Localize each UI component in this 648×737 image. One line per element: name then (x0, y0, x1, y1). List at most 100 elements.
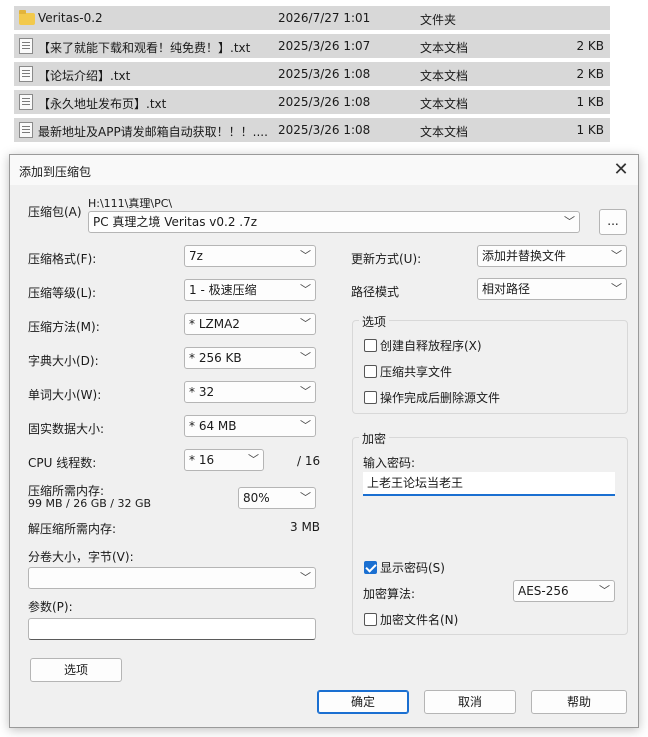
chevron-down-icon: ﹀ (300, 419, 311, 432)
chevron-down-icon: ﹀ (300, 571, 311, 584)
file-date: 2025/3/26 1:08 (278, 95, 371, 109)
compress-shared-label: 压缩共享文件 (380, 365, 453, 379)
file-row[interactable]: 最新地址及APP请发邮箱自动获取！！！.... 2025/3/26 1:08 文… (14, 118, 610, 142)
solid-size-value: * 64 MB (189, 419, 237, 433)
decompress-memory-value: 3 MB (290, 520, 321, 534)
compress-shared-checkbox[interactable]: 压缩共享文件 (364, 363, 452, 380)
file-name: 【永久地址发布页】.txt (38, 97, 167, 111)
file-type: 文本文档 (420, 125, 469, 139)
file-date: 2025/3/26 1:07 (278, 39, 371, 53)
cancel-button[interactable]: 取消 (424, 690, 516, 714)
word-size-select[interactable]: * 32 ﹀ (184, 381, 316, 403)
level-select[interactable]: 1 - 极速压缩 ﹀ (184, 279, 316, 301)
file-row-folder[interactable]: Veritas-0.2 2026/7/27 1:01 文件夹 (14, 6, 610, 30)
update-mode-value: 添加并替换文件 (482, 249, 567, 263)
close-icon[interactable]: ✕ (604, 155, 638, 185)
chevron-down-icon: ﹀ (599, 584, 610, 597)
chevron-down-icon: ﹀ (611, 282, 622, 295)
dictionary-select[interactable]: * 256 KB ﹀ (184, 347, 316, 369)
format-select[interactable]: 7z ﹀ (184, 245, 316, 267)
update-mode-label: 更新方式(U): (351, 252, 422, 266)
create-sfx-label: 创建自释放程序(X) (380, 339, 482, 353)
cpu-threads-total: / 16 (297, 454, 321, 468)
solid-size-select[interactable]: * 64 MB ﹀ (184, 415, 316, 437)
parameters-input[interactable] (28, 618, 316, 640)
update-mode-select[interactable]: 添加并替换文件 ﹀ (477, 245, 627, 267)
chevron-down-icon: ﹀ (300, 283, 311, 296)
file-row[interactable]: 【永久地址发布页】.txt 2025/3/26 1:08 文本文档 1 KB (14, 90, 610, 114)
encryption-group: 加密 输入密码: 上老王论坛当老王 显示密码(S) 加密算法: AES-256 … (352, 430, 628, 635)
create-sfx-checkbox[interactable]: 创建自释放程序(X) (364, 337, 482, 354)
file-type: 文本文档 (420, 69, 469, 83)
path-mode-value: 相对路径 (482, 282, 531, 296)
archive-path: H:\111\真理\PC\ (88, 197, 173, 210)
options-button[interactable]: 选项 (30, 658, 122, 682)
help-button[interactable]: 帮助 (531, 690, 627, 714)
file-name: 最新地址及APP请发邮箱自动获取！！！.... (38, 125, 268, 139)
cpu-threads-select[interactable]: * 16 ﹀ (184, 449, 264, 471)
encryption-method-value: AES-256 (518, 584, 569, 598)
word-size-label: 单词大小(W): (28, 388, 102, 402)
encryption-method-select[interactable]: AES-256 ﹀ (513, 580, 615, 602)
options-group: 选项 创建自释放程序(X) 压缩共享文件 操作完成后删除源文件 (352, 313, 628, 414)
dictionary-value: * 256 KB (189, 351, 242, 365)
dialog-title: 添加到压缩包 (19, 165, 92, 179)
memory-percent-value: 80% (243, 491, 270, 505)
password-value: 上老王论坛当老王 (367, 476, 464, 490)
chevron-down-icon: ﹀ (300, 317, 311, 330)
ok-button[interactable]: 确定 (317, 690, 409, 714)
path-mode-select[interactable]: 相对路径 ﹀ (477, 278, 627, 300)
password-label: 输入密码: (363, 456, 416, 470)
chevron-down-icon: ﹀ (248, 453, 259, 466)
word-size-value: * 32 (189, 385, 215, 399)
show-password-label: 显示密码(S) (380, 561, 445, 575)
memory-percent-select[interactable]: 80% ﹀ (238, 487, 316, 509)
archive-label: 压缩包(A) (28, 205, 82, 219)
split-size-combo[interactable]: ﹀ (28, 567, 316, 589)
file-date: 2025/3/26 1:08 (278, 67, 371, 81)
decompress-memory-label: 解压缩所需内存: (28, 522, 117, 536)
encryption-method-label: 加密算法: (363, 587, 416, 601)
text-file-icon (19, 38, 33, 54)
solid-size-label: 固实数据大小: (28, 422, 105, 436)
file-size: 1 KB (576, 95, 604, 109)
format-label: 压缩格式(F): (28, 252, 97, 266)
file-type: 文本文档 (420, 97, 469, 111)
parameters-label: 参数(P): (28, 600, 73, 614)
dictionary-label: 字典大小(D): (28, 354, 99, 368)
delete-after-label: 操作完成后删除源文件 (380, 391, 501, 405)
chevron-down-icon: ﹀ (300, 491, 311, 504)
encrypt-names-checkbox[interactable]: 加密文件名(N) (364, 611, 458, 628)
file-size: 2 KB (576, 39, 604, 53)
method-value: * LZMA2 (189, 317, 240, 331)
file-row[interactable]: 【来了就能下载和观看！纯免费！】.txt 2025/3/26 1:07 文本文档… (14, 34, 610, 58)
show-password-checkbox[interactable]: 显示密码(S) (364, 559, 445, 576)
archive-name-combo[interactable]: PC 真理之境 Veritas v0.2 .7z ﹀ (88, 211, 580, 233)
file-name: Veritas-0.2 (38, 11, 103, 25)
file-type: 文件夹 (420, 13, 457, 27)
level-value: 1 - 极速压缩 (189, 283, 257, 297)
text-file-icon (19, 94, 33, 110)
file-date: 2026/7/27 1:01 (278, 11, 371, 25)
file-row[interactable]: 【论坛介绍】.txt 2025/3/26 1:08 文本文档 2 KB (14, 62, 610, 86)
checkbox-box (364, 365, 377, 378)
file-size: 1 KB (576, 123, 604, 137)
browse-button[interactable]: ... (599, 209, 627, 235)
method-select[interactable]: * LZMA2 ﹀ (184, 313, 316, 335)
memory-detail: 99 MB / 26 GB / 32 GB (28, 497, 152, 510)
file-type: 文本文档 (420, 41, 469, 55)
folder-icon (19, 10, 35, 25)
password-input[interactable]: 上老王论坛当老王 (363, 472, 615, 496)
title-bar: 添加到压缩包 ✕ (10, 155, 638, 185)
options-group-title: 选项 (359, 313, 390, 330)
checkbox-box (364, 613, 377, 626)
delete-after-checkbox[interactable]: 操作完成后删除源文件 (364, 389, 500, 406)
cpu-threads-label: CPU 线程数: (28, 456, 97, 470)
add-to-archive-dialog: 添加到压缩包 ✕ 压缩包(A) H:\111\真理\PC\ PC 真理之境 Ve… (9, 154, 639, 728)
file-date: 2025/3/26 1:08 (278, 123, 371, 137)
chevron-down-icon: ﹀ (300, 385, 311, 398)
chevron-down-icon: ﹀ (300, 351, 311, 364)
encryption-group-title: 加密 (359, 430, 390, 447)
level-label: 压缩等级(L): (28, 286, 97, 300)
path-mode-label: 路径模式 (351, 285, 400, 299)
